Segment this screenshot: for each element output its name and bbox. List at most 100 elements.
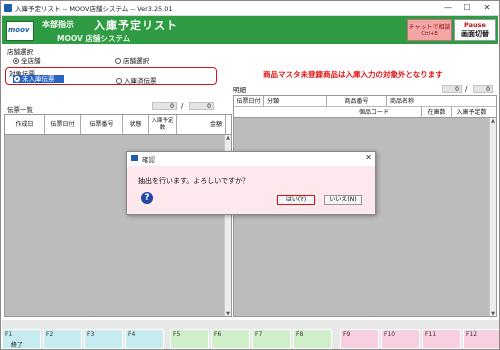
- fkey-f12-button[interactable]: F12: [463, 329, 499, 349]
- fkey-label: F10: [384, 331, 396, 338]
- slip-list-grid[interactable]: 作成日 伝票日付 伝票番号 状態 入庫予定数 金額 ▲ ▼: [4, 114, 232, 317]
- col-amount[interactable]: 金額: [177, 115, 226, 134]
- col-detail-slip-date[interactable]: 伝票日付: [234, 96, 264, 106]
- dialog-close-icon[interactable]: ✕: [365, 153, 372, 162]
- slip-list-count: 0: [152, 102, 177, 110]
- scroll-down-icon[interactable]: ▼: [490, 311, 496, 316]
- fkey-label: F8: [296, 331, 304, 338]
- confirm-dialog: 確認 ✕ 抽出を行います。よろしいですか？ ? はい(Y) いいえ(N): [126, 151, 376, 215]
- close-button[interactable]: ✕: [480, 2, 494, 13]
- col-created-date[interactable]: 作成日: [5, 115, 45, 134]
- fkey-label: F1: [5, 331, 13, 338]
- slip-list-label: 伝票一覧: [7, 106, 33, 114]
- radio-unselected-icon: [115, 58, 121, 64]
- dept-label: 本部指示: [42, 20, 74, 29]
- col-product-number[interactable]: 商品番号: [327, 96, 387, 106]
- no-button[interactable]: いいえ(N): [324, 195, 362, 205]
- dialog-app-icon: [131, 155, 138, 161]
- fkey-f4-button[interactable]: F4: [125, 329, 164, 349]
- scroll-down-icon[interactable]: ▼: [225, 311, 231, 316]
- col-status[interactable]: 状態: [123, 115, 149, 134]
- title-bar: 入庫予定リスト -- MOOV店舗システム -- Ver3.25.01 — ☐ …: [1, 1, 499, 16]
- col-slip-number[interactable]: 伝票番号: [81, 115, 123, 134]
- page-title: 入庫予定リスト: [94, 19, 178, 32]
- chat-shortcut: Ctrl+B: [421, 31, 438, 37]
- radio-selected-icon: [14, 76, 20, 82]
- fkey-f7-button[interactable]: F7: [252, 329, 291, 349]
- col-category[interactable]: 分類: [264, 96, 327, 106]
- warning-message: 商品マスタ未登録商品は入庫入力の対象外となります: [263, 69, 495, 79]
- fkey-label: F7: [255, 331, 263, 338]
- radio-unselected-icon: [116, 78, 122, 84]
- target-slip-group: 対象伝票 未入庫伝票 入庫済伝票: [5, 67, 217, 85]
- app-icon: [4, 4, 12, 12]
- detail-total: 0: [473, 85, 493, 93]
- fkey-f8-button[interactable]: F8: [293, 329, 332, 349]
- chat-label: チャットで相談: [408, 24, 451, 31]
- fkey-f6-button[interactable]: F6: [211, 329, 250, 349]
- col-detail-scheduled-qty[interactable]: 入庫予定数: [452, 107, 491, 118]
- fkey-caption: 終了: [11, 342, 24, 349]
- app-header: moov 本部指示 入庫予定リスト MOOV 店舗システム チャットで相談 Ct…: [2, 16, 498, 44]
- fkey-f9-button[interactable]: F9: [340, 329, 379, 349]
- fkey-f5-button[interactable]: F5: [170, 329, 209, 349]
- fkey-label: F12: [466, 331, 478, 338]
- scroll-up-icon[interactable]: ▲: [490, 118, 496, 124]
- chat-consult-button[interactable]: チャットで相談 Ctrl+B: [407, 19, 452, 41]
- detail-slash: /: [465, 85, 468, 93]
- fkey-f2-button[interactable]: F2: [43, 329, 82, 349]
- col-slip-date[interactable]: 伝票日付: [45, 115, 81, 134]
- radio-select-store[interactable]: 店舗選択: [115, 55, 149, 65]
- dialog-title-bar: 確認 ✕: [127, 152, 375, 165]
- yes-button[interactable]: はい(Y): [277, 195, 315, 205]
- fkey-label: F9: [343, 331, 351, 338]
- dialog-body: 抽出を行います。よろしいですか？ ? はい(Y) いいえ(N): [127, 166, 375, 214]
- radio-label: 入庫済伝票: [124, 77, 157, 85]
- app-window: 入庫予定リスト -- MOOV店舗システム -- Ver3.25.01 — ☐ …: [0, 0, 500, 350]
- detail-grid-scrollbar[interactable]: ▲ ▼: [489, 118, 496, 316]
- function-key-bar: F1 終了 F2 F3 F4 F5 F6 F7 F8 F9 F10 F11 F12: [2, 320, 499, 349]
- fkey-f11-button[interactable]: F11: [422, 329, 461, 349]
- logo-text: moov: [8, 26, 30, 34]
- maximize-button[interactable]: ☐: [460, 2, 474, 13]
- window-title: 入庫予定リスト -- MOOV店舗システム -- Ver3.25.01: [15, 5, 173, 13]
- radio-received-slips[interactable]: 入庫済伝票: [116, 75, 157, 85]
- radio-unreceived-slips[interactable]: 未入庫伝票: [13, 75, 64, 83]
- moov-logo: moov: [6, 21, 34, 41]
- slip-grid-header: 作成日 伝票日付 伝票番号 状態 入庫予定数 金額: [5, 115, 231, 135]
- radio-label: 店舗選択: [123, 57, 149, 65]
- radio-all-stores[interactable]: 全店舗: [13, 55, 41, 65]
- screen-switch-label: 画面切替: [461, 30, 489, 38]
- radio-label: 未入庫伝票: [22, 75, 55, 83]
- fkey-f3-button[interactable]: F3: [84, 329, 123, 349]
- fkey-label: F5: [173, 331, 181, 338]
- fkey-label: F11: [425, 331, 437, 338]
- col-spacer: [234, 107, 327, 118]
- col-scheduled-qty[interactable]: 入庫予定数: [149, 115, 177, 134]
- question-icon: ?: [141, 192, 153, 204]
- minimize-button[interactable]: —: [441, 2, 455, 13]
- col-item-code[interactable]: 個品コード: [327, 107, 422, 118]
- scroll-up-icon[interactable]: ▲: [225, 135, 231, 141]
- pause-label: Pause: [464, 21, 486, 29]
- radio-selected-icon: [13, 58, 19, 64]
- detail-header-row1: 伝票日付 分類 商品番号 商品名称: [234, 96, 496, 107]
- pause-screen-switch-button[interactable]: Pause 画面切替: [454, 19, 496, 41]
- fkey-f10-button[interactable]: F10: [381, 329, 420, 349]
- slip-list-slash: /: [181, 102, 184, 110]
- store-select-group: 店舗選択 全店舗 店舗選択: [5, 46, 238, 66]
- slip-list-total: 0: [189, 102, 214, 110]
- radio-label: 全店舗: [21, 57, 41, 65]
- fkey-label: F2: [46, 331, 54, 338]
- detail-label: 明細: [233, 86, 246, 94]
- fkey-f1-button[interactable]: F1 終了: [2, 329, 41, 349]
- dialog-title: 確認: [142, 156, 155, 164]
- fkey-label: F6: [214, 331, 222, 338]
- col-product-name[interactable]: 商品名称: [387, 96, 491, 106]
- detail-grid-header: 伝票日付 分類 商品番号 商品名称 個品コード 在庫数 入庫予定数: [234, 96, 496, 118]
- detail-header-row2: 個品コード 在庫数 入庫予定数: [234, 107, 496, 118]
- col-stock-qty[interactable]: 在庫数: [422, 107, 452, 118]
- detail-count: 0: [442, 85, 462, 93]
- dialog-message: 抽出を行います。よろしいですか？: [138, 177, 250, 185]
- fkey-label: F3: [87, 331, 95, 338]
